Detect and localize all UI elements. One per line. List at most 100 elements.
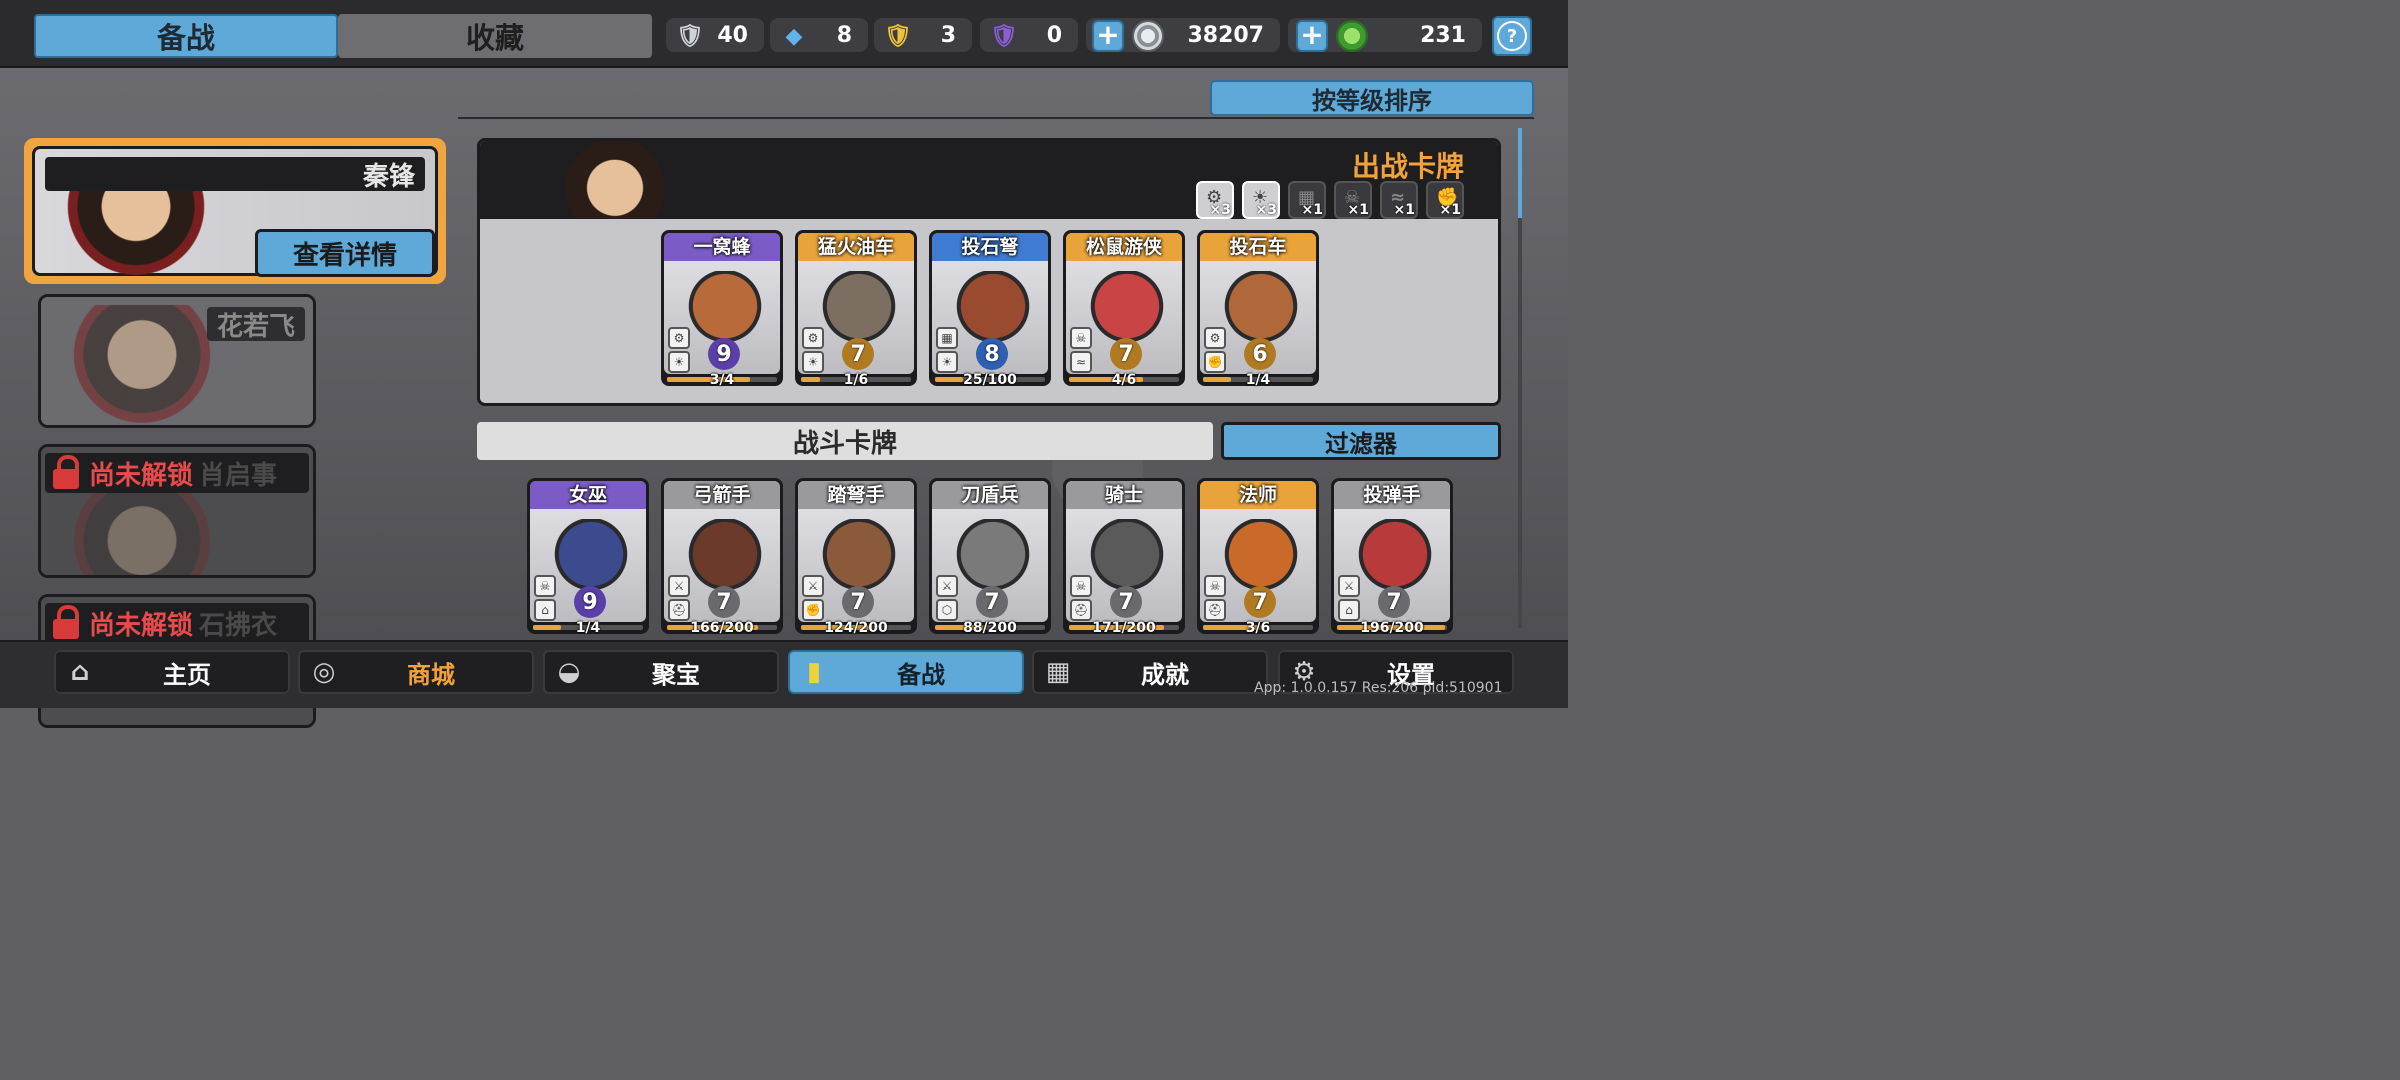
card-body: 弓箭手 ⚔ ⛑ 7 [664, 481, 780, 622]
hero-card-locked[interactable]: 尚未解锁 肖启事 [38, 444, 316, 578]
silver-coin-icon [1132, 20, 1164, 52]
card-progress: 166/200 [690, 620, 754, 636]
type-badge-icon: ☠ [1070, 327, 1092, 349]
card-name: 猛火油车 [798, 233, 914, 261]
deck-header: 出战卡牌 ⚙ ×3 ☀ ×3 ▦ ×1 ☠ ×1 ≈ ×1 ✊ ×1 [480, 141, 1498, 219]
card-type-badges: ⚔ ⬡ [936, 575, 958, 621]
type-badge-icon: ☀ [668, 351, 690, 373]
lock-bar: 尚未解锁 肖启事 [45, 453, 309, 493]
card-body: 松鼠游侠 ☠ ≈ 7 [1066, 233, 1182, 374]
sort-by-level-button[interactable]: 按等级排序 [1210, 80, 1534, 116]
card-type-badges: ⚙ ☀ [668, 327, 690, 373]
help-button[interactable]: ? [1492, 16, 1532, 56]
nav-shop[interactable]: ◎ 商城 [298, 650, 534, 694]
card-body: 踏弩手 ⚔ ✊ 7 [798, 481, 914, 622]
type-badge-icon: ⌂ [534, 599, 556, 621]
view-details-button[interactable]: 查看详情 [255, 229, 435, 277]
card-type-badges: ☠ ⛑ [1070, 575, 1092, 621]
hero-card[interactable]: 花若飞 [38, 294, 316, 428]
top-bar: 备战 收藏 🛡 40 ◆ 8 🛡 3 🛡 0 38207 + 231 + ? [0, 0, 1568, 68]
tab-prepare[interactable]: 备战 [34, 14, 338, 58]
unit-card[interactable]: 女巫 ☠ ⌂ 9 1/4 [527, 478, 649, 636]
lock-bar: 尚未解锁 石拂衣 [45, 603, 309, 643]
card-body: 女巫 ☠ ⌂ 9 [530, 481, 646, 622]
card-progress: 1/4 [1245, 372, 1271, 388]
card-name: 一窝蜂 [664, 233, 780, 261]
unit-card[interactable]: 弓箭手 ⚔ ⛑ 7 166/200 [661, 478, 783, 636]
type-badge-icon: ▦ [936, 327, 958, 349]
nav-label: 主页 [163, 660, 211, 689]
type-badge-icon: ⛑ [1070, 599, 1092, 621]
nav-treasure[interactable]: ◒ 聚宝 [543, 650, 779, 694]
bottom-nav: ⌂ 主页 ◎ 商城 ◒ 聚宝 ▮ 备战 ▦ 成就 ⚙ 设置 [0, 640, 1568, 708]
scrollbar-thumb[interactable] [1518, 128, 1522, 218]
unit-card[interactable]: 投石弩 ▦ ☀ 8 25/100 [929, 230, 1051, 388]
card-level: 9 [574, 586, 606, 618]
hero-card-selected[interactable]: 秦锋 查看详情 [24, 138, 446, 284]
hero-name: 花若飞 [206, 307, 305, 342]
card-name: 刀盾兵 [932, 481, 1048, 509]
unit-card[interactable]: 刀盾兵 ⚔ ⬡ 7 88/200 [929, 478, 1051, 636]
filter-button[interactable]: 过滤器 [1221, 422, 1501, 460]
type-badge-icon: ✊ [1204, 351, 1226, 373]
card-body: 猛火油车 ⚙ ☀ 7 [798, 233, 914, 374]
unit-card[interactable]: 踏弩手 ⚔ ✊ 7 124/200 [795, 478, 917, 636]
card-name: 法师 [1200, 481, 1316, 509]
type-badge-icon: ⚔ [1338, 575, 1360, 597]
nav-label: 备战 [897, 660, 945, 689]
card-progress: 171/200 [1092, 620, 1156, 636]
card-name: 弓箭手 [664, 481, 780, 509]
card-name: 女巫 [530, 481, 646, 509]
type-badge-icon: ☀ [802, 351, 824, 373]
type-badge-icon: ⚙ [668, 327, 690, 349]
unit-card[interactable]: 一窝蜂 ⚙ ☀ 9 3/4 [661, 230, 783, 388]
card-type-badges: ▦ ☀ [936, 327, 958, 373]
hero-name: 秦锋 [45, 157, 425, 192]
resource-gold-shield: 🛡 3 [874, 18, 972, 52]
type-badge-icon: ≈ [1070, 351, 1092, 373]
unit-card[interactable]: 法师 ☠ ⛑ 7 3/6 [1197, 478, 1319, 636]
add-coin-button[interactable]: + [1092, 20, 1124, 52]
card-progress: 3/6 [1245, 620, 1271, 636]
type-badge-icon: ⚙ [1204, 327, 1226, 349]
card-level: 7 [1244, 586, 1276, 618]
card-type-badges: ⚔ ✊ [802, 575, 824, 621]
purple-shield-icon: 🛡 [990, 23, 1018, 49]
nav-prepare[interactable]: ▮ 备战 [788, 650, 1024, 694]
card-level: 7 [1378, 586, 1410, 618]
unit-card[interactable]: 骑士 ☠ ⛑ 7 171/200 [1063, 478, 1185, 636]
skull-icon: ☠ ×1 [1334, 181, 1372, 219]
unit-card[interactable]: 投弹手 ⚔ ⌂ 7 196/200 [1331, 478, 1453, 636]
card-body: 投石弩 ▦ ☀ 8 [932, 233, 1048, 374]
card-body: 法师 ☠ ⛑ 7 [1200, 481, 1316, 622]
unit-card[interactable]: 猛火油车 ⚙ ☀ 7 1/6 [795, 230, 917, 388]
card-name: 投石车 [1200, 233, 1316, 261]
lock-icon [51, 605, 81, 641]
tab-collection[interactable]: 收藏 [338, 14, 652, 58]
type-badge-icon: ⚙ [802, 327, 824, 349]
type-badge-icon: ⚔ [802, 575, 824, 597]
card-name: 松鼠游侠 [1066, 233, 1182, 261]
type-badge-icon: ⬡ [936, 599, 958, 621]
resource-value: 231 [1420, 22, 1466, 48]
card-body: 一窝蜂 ⚙ ☀ 9 [664, 233, 780, 374]
card-name: 踏弩手 [798, 481, 914, 509]
unit-card[interactable]: 松鼠游侠 ☠ ≈ 7 4/6 [1063, 230, 1185, 388]
sun-icon: ☀ ×3 [1242, 181, 1280, 219]
card-type-badges: ⚙ ✊ [1204, 327, 1226, 373]
nav-label: 成就 [1141, 660, 1189, 689]
fist-icon: ✊ ×1 [1426, 181, 1464, 219]
type-badge-icon: ⛑ [668, 599, 690, 621]
card-type-badges: ☠ ≈ [1070, 327, 1092, 373]
hero-portrait [47, 491, 237, 575]
add-gem-button[interactable]: + [1296, 20, 1328, 52]
nav-achievements[interactable]: ▦ 成就 [1032, 650, 1268, 694]
locked-label: 尚未解锁 [89, 610, 194, 641]
nav-home[interactable]: ⌂ 主页 [54, 650, 290, 694]
hero-portrait [520, 141, 710, 219]
type-badge-icon: ☀ [936, 351, 958, 373]
resource-value: 3 [940, 22, 956, 48]
unit-card[interactable]: 投石车 ⚙ ✊ 6 1/4 [1197, 230, 1319, 388]
resource-value: 38207 [1187, 22, 1264, 48]
card-progress: 3/4 [709, 372, 735, 388]
